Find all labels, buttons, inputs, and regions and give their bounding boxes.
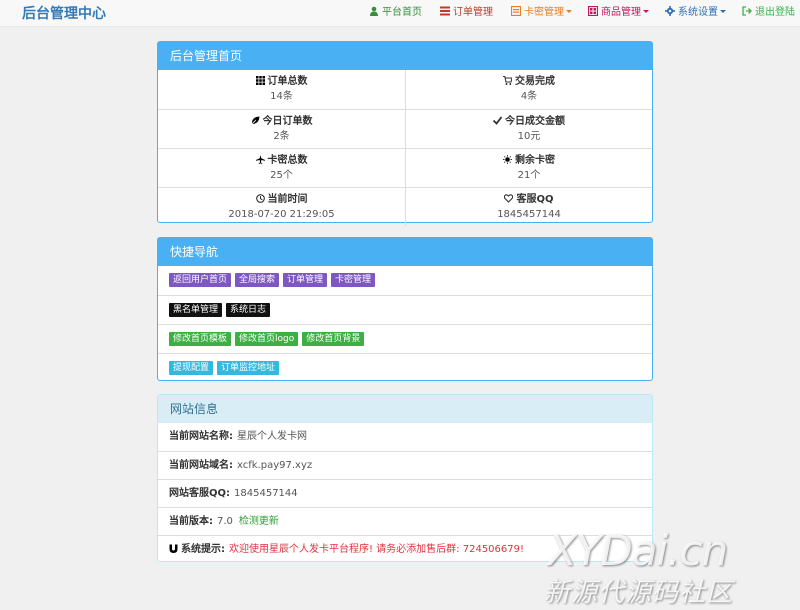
magnet-icon [169, 544, 178, 553]
quick-nav-body: 返回用户首页 全局搜索 订单管理 卡密管理 黑名单管理 系统日志 修改首页模板 修改首页l… [158, 266, 652, 382]
th-icon [255, 76, 265, 85]
stat-label: 剩余卡密 [515, 155, 555, 166]
nav-label: 退出登陆 [755, 7, 795, 18]
watermark-subtitle: 新源代源码社区 [544, 578, 734, 608]
stat-label: 交易完成 [515, 76, 555, 87]
leaf-icon [250, 116, 259, 125]
heart-icon [504, 194, 514, 203]
info-label: 当前网站域名: [169, 460, 233, 471]
list-icon [440, 6, 450, 16]
global-search-button[interactable]: 全局搜索 [235, 273, 280, 287]
stat-today-amount: 今日成交金额 10元 [405, 110, 652, 148]
nav-label: 系统设置 [678, 7, 718, 18]
nav-orders[interactable]: 订单管理 [440, 6, 493, 19]
stat-today-orders: 今日订单数 2条 [158, 110, 405, 148]
stat-support-qq: 客服QQ 1845457144 [405, 188, 652, 226]
cart-icon [503, 76, 512, 85]
quick-nav-row: 黑名单管理 系统日志 [158, 295, 652, 324]
stat-remaining-cards: 剩余卡密 21个 [405, 149, 652, 187]
site-name-value: 星辰个人发卡网 [237, 431, 307, 442]
card-management-button[interactable]: 卡密管理 [331, 273, 376, 287]
system-notice-text: 欢迎使用星辰个人发卡平台程序! 请务必添加售后群: 724506679! [229, 544, 525, 555]
quick-nav-row: 修改首页模板 修改首页logo 修改首页背景 [158, 324, 652, 353]
stats-grid: 订单总数 14条 交易完成 4条 今日订单数 2条 今日成交金额 10元 卡密总… [158, 70, 652, 226]
card-icon [511, 6, 521, 16]
nav-label: 商品管理 [601, 7, 641, 18]
site-domain-row: 当前网站域名: xcfk.pay97.xyz [158, 451, 652, 479]
chevron-down-icon [720, 10, 726, 13]
nav-home[interactable]: 平台首页 [369, 6, 422, 19]
stat-total-cards: 卡密总数 25个 [158, 149, 405, 187]
stat-value: 14条 [270, 91, 293, 102]
clock-icon [255, 194, 265, 203]
check-update-link[interactable]: 检测更新 [239, 516, 279, 527]
nav-label: 卡密管理 [524, 7, 564, 18]
stat-label: 今日订单数 [262, 116, 313, 127]
quick-nav-row: 提现配置 订单监控地址 [158, 353, 652, 382]
quick-nav-panel: 快捷导航 返回用户首页 全局搜索 订单管理 卡密管理 黑名单管理 系统日志 修改首页模板… [157, 237, 653, 381]
system-log-button[interactable]: 系统日志 [226, 303, 271, 317]
stat-value: 10元 [517, 131, 541, 142]
nav-label: 平台首页 [382, 7, 422, 18]
blacklist-management-button[interactable]: 黑名单管理 [169, 303, 223, 317]
stat-value: 2018-07-20 21:29:05 [228, 209, 335, 220]
stat-value: 2条 [273, 131, 290, 142]
nav-products[interactable]: 商品管理 [588, 6, 649, 19]
gear-icon [665, 6, 675, 16]
stat-completed: 交易完成 4条 [405, 70, 652, 109]
site-name-row: 当前网站名称: 星辰个人发卡网 [158, 423, 652, 451]
chevron-down-icon [643, 10, 649, 13]
nav-settings[interactable]: 系统设置 [665, 6, 726, 19]
stat-value: 1845457144 [497, 209, 561, 220]
home-stats-panel: 后台管理首页 订单总数 14条 交易完成 4条 今日订单数 2条 今日成交金额 … [157, 41, 653, 226]
nav-logout[interactable]: 退出登陆 [742, 6, 795, 19]
watermark-logo: XYDai.cn [548, 526, 728, 575]
stats-row: 当前时间 2018-07-20 21:29:05 客服QQ 1845457144 [158, 187, 652, 226]
info-label: 当前网站名称: [169, 431, 233, 442]
panel-title: 后台管理首页 [158, 42, 652, 70]
info-label: 系统提示: [181, 544, 225, 555]
stat-value: 21个 [517, 170, 541, 181]
stat-value: 25个 [270, 170, 293, 181]
stat-label: 客服QQ [516, 194, 554, 205]
stats-row: 今日订单数 2条 今日成交金额 10元 [158, 109, 652, 148]
edit-home-template-button[interactable]: 修改首页模板 [169, 332, 232, 346]
logout-icon [742, 6, 752, 16]
nav-label: 订单管理 [453, 7, 493, 18]
quick-nav-row: 返回用户首页 全局搜索 订单管理 卡密管理 [158, 266, 652, 295]
stat-label: 订单总数 [267, 76, 308, 87]
stat-label: 卡密总数 [267, 155, 308, 166]
brand-title[interactable]: 后台管理中心 [22, 3, 106, 23]
site-domain-value: xcfk.pay97.xyz [237, 460, 313, 471]
info-label: 网站客服QQ: [169, 488, 231, 499]
back-to-user-home-button[interactable]: 返回用户首页 [169, 273, 232, 287]
version-value: 7.0 [217, 516, 233, 527]
panel-title: 快捷导航 [158, 238, 652, 266]
top-navbar: 后台管理中心 平台首页 订单管理 卡密管理 商品管理 系统设置 退出登陆 [0, 0, 800, 27]
check-icon [493, 116, 502, 125]
site-qq-row: 网站客服QQ: 1845457144 [158, 479, 652, 507]
stats-row: 卡密总数 25个 剩余卡密 21个 [158, 148, 652, 187]
edit-home-background-button[interactable]: 修改首页背景 [302, 332, 365, 346]
grid-icon [588, 6, 598, 16]
stat-value: 4条 [520, 91, 538, 102]
site-qq-value: 1845457144 [234, 488, 298, 499]
withdraw-config-button[interactable]: 提现配置 [169, 361, 214, 375]
edit-home-logo-button[interactable]: 修改首页logo [235, 332, 299, 346]
stat-current-time: 当前时间 2018-07-20 21:29:05 [158, 188, 405, 226]
stats-row: 订单总数 14条 交易完成 4条 [158, 70, 652, 109]
stat-label: 当前时间 [267, 194, 308, 205]
nav-cards[interactable]: 卡密管理 [511, 6, 572, 19]
sun-icon [503, 155, 512, 164]
order-monitor-url-button[interactable]: 订单监控地址 [217, 361, 280, 375]
panel-title: 网站信息 [158, 395, 652, 423]
plane-icon [255, 155, 265, 164]
user-icon [370, 6, 378, 16]
info-label: 当前版本: [169, 516, 213, 527]
order-management-button[interactable]: 订单管理 [283, 273, 328, 287]
chevron-down-icon [566, 10, 572, 13]
stat-label: 今日成交金额 [505, 116, 565, 127]
stat-total-orders: 订单总数 14条 [158, 70, 405, 109]
